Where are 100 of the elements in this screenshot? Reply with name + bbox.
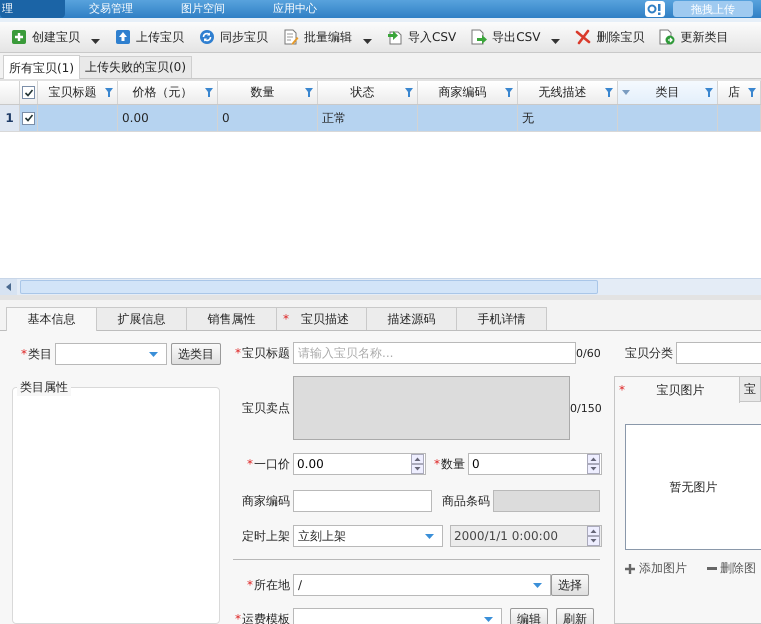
field-label: 类目 [28,346,52,362]
select-category-button[interactable]: 选类目 [171,343,221,365]
action-button[interactable]: 刷新 [556,608,594,624]
filter-icon[interactable] [505,88,513,97]
toolbar-button[interactable]: 导出CSV [465,25,546,49]
detail-tab[interactable]: 销售属性 [186,307,277,330]
required-mark: * [434,457,440,471]
character-counter: 0/60 [576,346,601,360]
table-cell: 无 [518,105,618,131]
checkbox[interactable] [22,112,35,124]
field-label: 一口价 [254,456,290,472]
list-tab[interactable]: 上传失败的宝贝(0) [79,56,192,78]
scroll-left-button[interactable] [0,279,17,295]
dropdown-field[interactable]: / [293,574,551,596]
sync-icon [199,29,215,45]
dropdown-field[interactable]: 立刻上架 [293,525,443,547]
input-field[interactable] [676,342,761,364]
required-mark: * [247,578,253,592]
detail-tab[interactable]: 手机详情 [456,307,547,330]
caret-icon[interactable] [363,38,372,44]
panel-title: 类目属性 [17,379,71,396]
scroll-thumb[interactable] [20,280,598,294]
detail-tab[interactable]: * 宝贝描述 [276,307,367,330]
field-label: 数量 [441,456,465,472]
spin-field[interactable]: 0.00 [293,453,426,475]
required-mark: * [247,457,253,471]
required-mark: * [235,346,241,360]
document-arrow-icon [471,29,488,45]
document-arrow-icon [387,29,403,45]
arrow-left-icon[interactable] [6,283,11,291]
list-tab[interactable]: 所有宝贝(1) [3,55,80,79]
required-mark: * [21,347,27,361]
field-label: 宝贝卖点 [242,400,290,416]
toolbar-button[interactable]: 同步宝贝 [193,25,274,49]
filter-icon[interactable] [748,88,756,97]
filter-icon[interactable] [405,88,413,97]
action-button[interactable]: 编辑 [510,608,548,624]
badge-icon [645,1,665,17]
required-mark: * [235,612,241,624]
choose-button[interactable]: 选择 [551,574,589,596]
toolbar-button[interactable]: 批量编辑 [277,25,358,49]
toolbar-button[interactable]: 删除宝贝 [569,25,650,49]
detail-tab[interactable]: 基本信息 [6,307,97,331]
image-tab[interactable]: * 宝贝图片 [615,377,740,403]
toolbar-button[interactable]: 上传宝贝 [109,25,190,49]
column-header[interactable]: 类目 [618,81,718,104]
column-header[interactable]: 价格（元） [118,81,218,104]
character-counter: 0/150 [570,402,602,414]
scrollbar[interactable] [0,278,761,295]
document-pencil-icon [283,29,299,45]
dropdown-field[interactable] [293,608,502,624]
toolbar-button[interactable]: 更新类目 [653,25,734,49]
field-label: 运费模板 [242,610,290,624]
table-cell: 0 [218,105,318,131]
sort-icon[interactable] [622,90,630,95]
plus-icon [624,562,636,574]
table-cell: 0.00 [118,105,218,131]
field-label: 所在地 [254,576,290,594]
minus-icon [707,567,717,570]
image-box[interactable]: 暂无图片 [625,424,761,550]
input-field[interactable] [293,490,432,512]
filter-icon[interactable] [705,88,713,97]
column-header[interactable]: 商家编码 [418,81,518,104]
table-row[interactable]: 1 0.00 0 正常 无 [0,105,761,132]
table-cell: 正常 [318,105,418,131]
caret-icon[interactable] [91,38,100,44]
detail-tab[interactable]: 描述源码 [366,307,457,330]
nav-tab[interactable]: 理 [0,0,65,18]
detail-tab[interactable]: 扩展信息 [96,307,187,330]
input-field[interactable]: 请输入宝贝名称... [293,342,576,364]
checkbox[interactable] [22,86,35,99]
toolbar-button[interactable]: 创建宝贝 [5,25,86,49]
empty-message: 暂无图片 [670,478,718,496]
field-label: 商家编码 [242,492,290,510]
filter-icon[interactable] [605,88,613,97]
spin-field[interactable]: 0 [468,453,602,475]
document-circle-icon [659,29,676,45]
required-mark: * [619,383,625,397]
image-action-link[interactable]: 添加图片 [624,560,687,577]
caret-icon[interactable] [551,38,560,44]
column-header[interactable]: 状态 [318,81,418,104]
required-mark: * [283,312,289,326]
toolbar-button[interactable]: 导入CSV [381,25,462,49]
column-header[interactable]: 店 [718,81,761,104]
column-header[interactable]: 宝贝标题 [38,81,118,104]
image-tab[interactable]: 宝 [740,377,761,401]
field-label: 宝贝标题 [242,344,290,362]
field-label: 宝贝分类 [625,344,673,362]
column-header[interactable]: 数量 [218,81,318,104]
filter-icon[interactable] [205,88,213,97]
filter-icon[interactable] [105,88,113,97]
cross-icon [575,29,592,45]
row-number: 1 [0,105,20,131]
filter-icon[interactable] [305,88,313,97]
dropdown-field[interactable] [55,343,167,365]
image-action-link[interactable]: 删除图 [707,560,756,577]
upload-icon [115,29,131,45]
field-label: 商品条码 [442,492,490,510]
plus-icon [11,29,27,45]
field-label: 定时上架 [242,528,290,544]
